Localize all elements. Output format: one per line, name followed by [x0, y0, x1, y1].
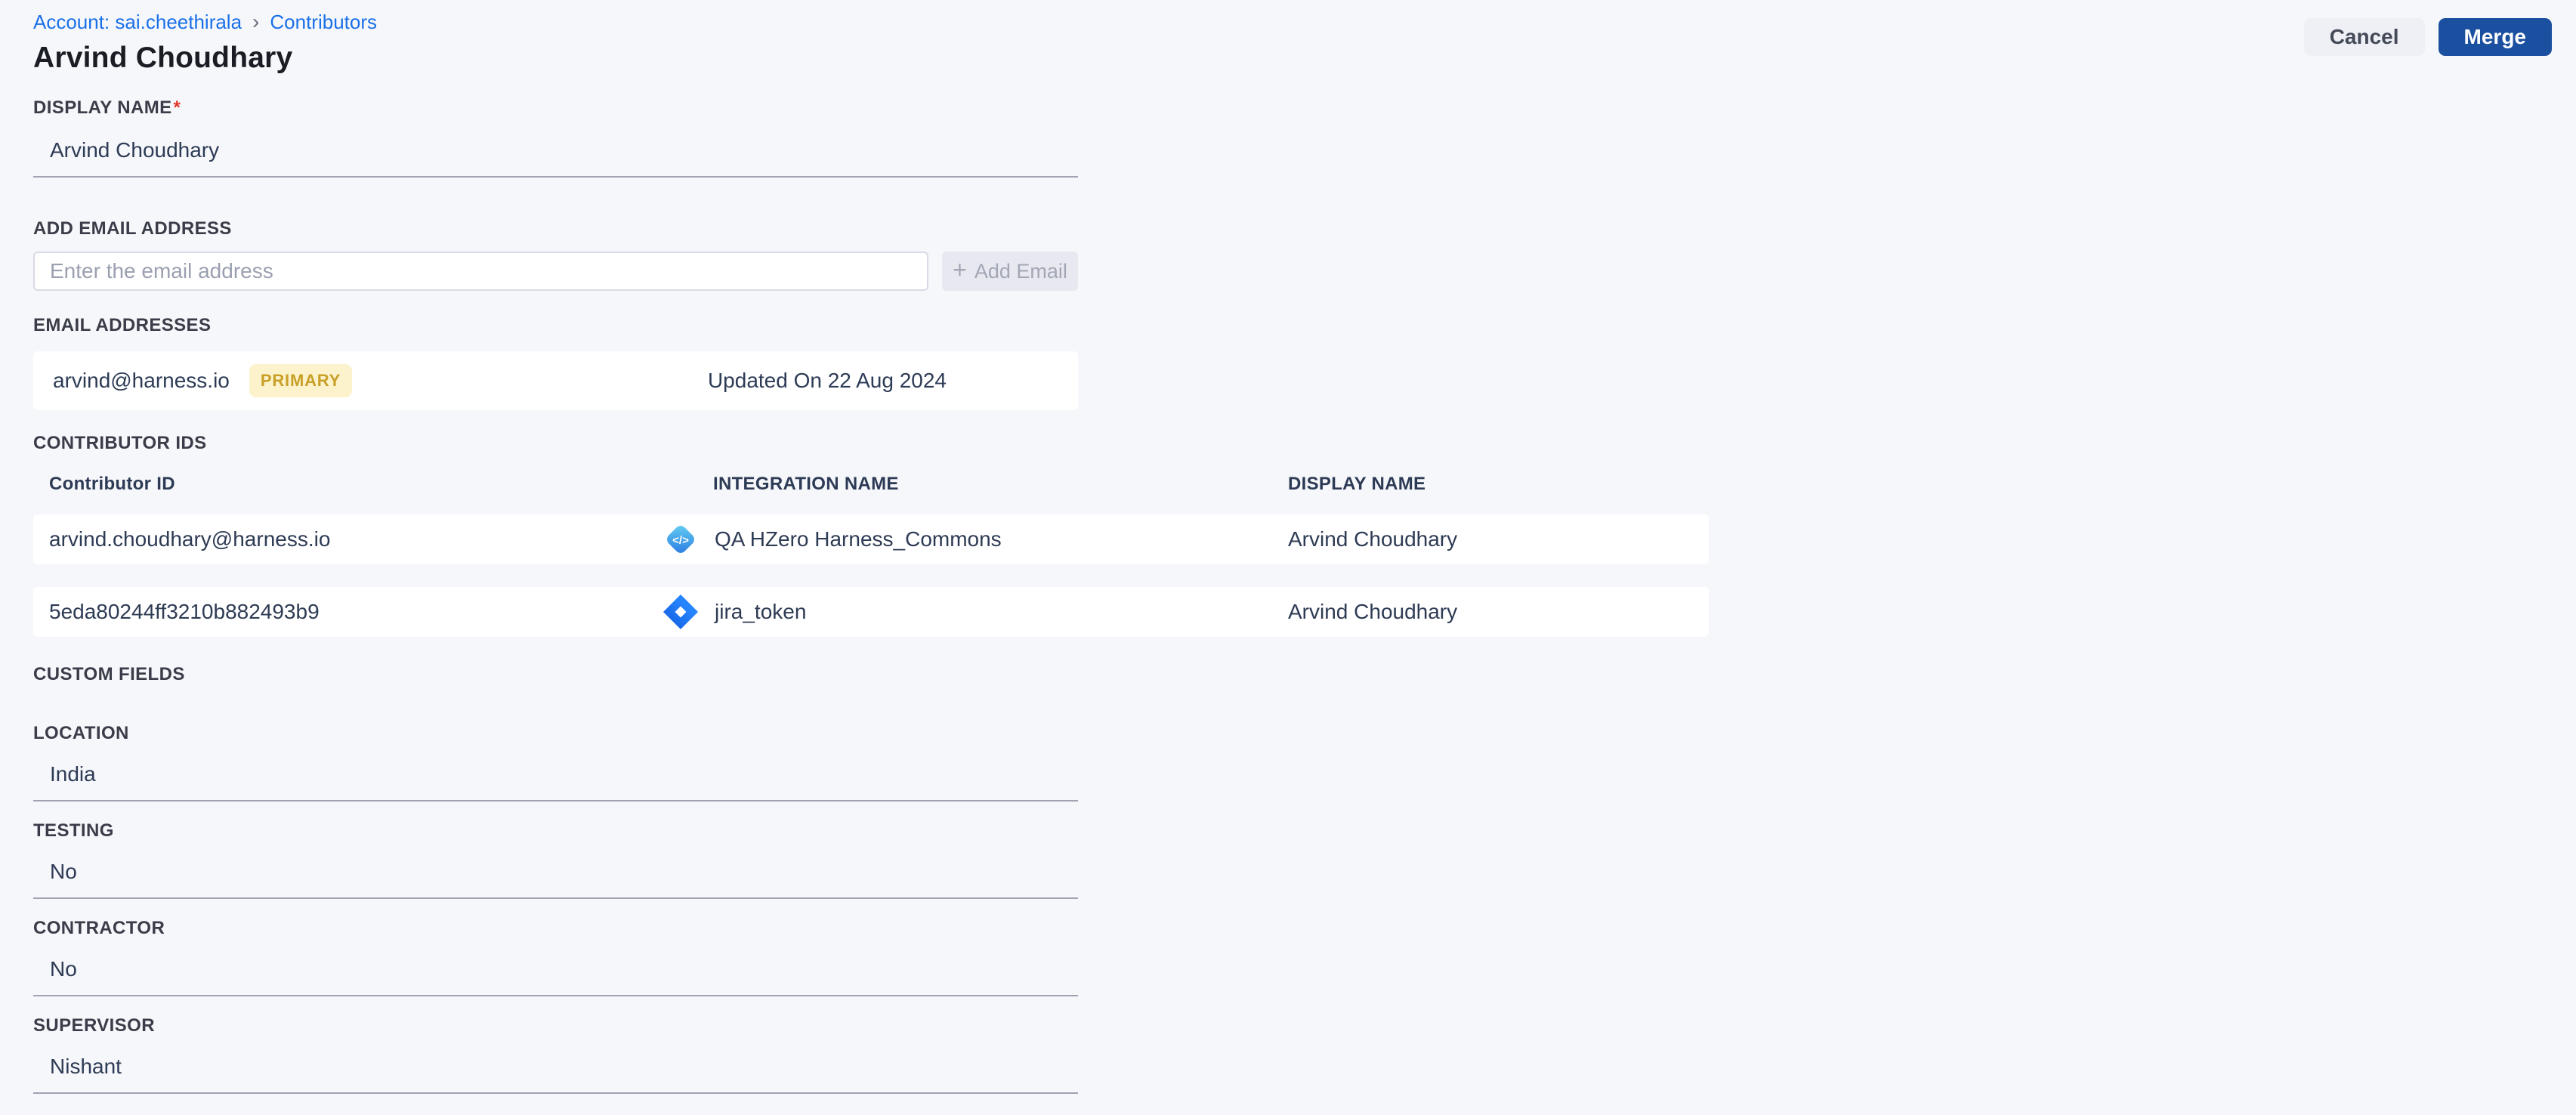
custom-field-contractor: CONTRACTOR: [33, 918, 1078, 996]
display-name-value: Arvind Choudhary: [1288, 527, 1458, 551]
header-actions: Cancel Merge: [2303, 18, 2552, 56]
table-header-row: Contributor ID INTEGRATION NAME DISPLAY …: [33, 474, 1709, 514]
integration-cell: </> QA HZero Harness_Commons: [661, 520, 1288, 559]
email-updated-date: Updated On 22 Aug 2024: [707, 369, 947, 392]
display-name-label-text: DISPLAY NAME: [33, 97, 172, 118]
display-name-value: Arvind Choudhary: [1288, 600, 1458, 623]
display-name-input[interactable]: [33, 131, 1078, 178]
cancel-button[interactable]: Cancel: [2303, 18, 2425, 56]
email-list-item: arvind@harness.io PRIMARY Updated On 22 …: [33, 351, 1078, 410]
custom-field-supervisor: SUPERVISOR: [33, 1015, 1078, 1094]
testing-input[interactable]: [33, 852, 1078, 899]
custom-field-testing: TESTING: [33, 820, 1078, 899]
contributor-id-value: 5eda80244ff3210b882493b9: [49, 600, 320, 623]
location-input[interactable]: [33, 755, 1078, 802]
contributor-detail-page: Account: sai.cheethirala › Contributors …: [0, 0, 2576, 1115]
add-email-section: ADD EMAIL ADDRESS + Add Email: [33, 218, 2576, 291]
content: DISPLAY NAME* ADD EMAIL ADDRESS + Add Em…: [0, 75, 2576, 1115]
contractor-label: CONTRACTOR: [33, 918, 165, 938]
custom-fields-label: CUSTOM FIELDS: [33, 664, 185, 684]
page-title: Arvind Choudhary: [33, 42, 293, 74]
required-asterisk: *: [173, 97, 181, 118]
integration-name-value: jira_token: [715, 600, 807, 623]
email-addresses-label: EMAIL ADDRESSES: [33, 315, 212, 335]
integration-name-value: QA HZero Harness_Commons: [715, 527, 1002, 551]
top-bar-left: Account: sai.cheethirala › Contributors …: [33, 11, 377, 75]
location-label: LOCATION: [33, 723, 129, 743]
contributor-id-value: arvind.choudhary@harness.io: [49, 527, 331, 551]
add-email-label: ADD EMAIL ADDRESS: [33, 218, 232, 239]
plus-icon: +: [953, 256, 967, 283]
add-email-button[interactable]: + Add Email: [942, 252, 1078, 291]
breadcrumb: Account: sai.cheethirala › Contributors: [33, 11, 377, 34]
display-name-label: DISPLAY NAME*: [33, 97, 1078, 119]
top-bar: Account: sai.cheethirala › Contributors …: [0, 0, 2576, 75]
svg-text:</>: </>: [672, 534, 689, 547]
supervisor-label: SUPERVISOR: [33, 1015, 155, 1036]
primary-badge: PRIMARY: [249, 364, 353, 397]
breadcrumb-contributors-link[interactable]: Contributors: [270, 11, 377, 34]
custom-field-location: LOCATION: [33, 723, 1078, 802]
add-email-row: + Add Email: [33, 252, 2576, 291]
contributor-ids-section: CONTRIBUTOR IDS Contributor ID INTEGRATI…: [33, 433, 2576, 637]
breadcrumb-account-link[interactable]: Account: sai.cheethirala: [33, 11, 242, 34]
display-name-field: DISPLAY NAME*: [33, 97, 1078, 178]
column-header-integration-name: INTEGRATION NAME: [713, 474, 899, 494]
contractor-input[interactable]: [33, 950, 1078, 996]
column-header-contributor-id: Contributor ID: [49, 474, 175, 494]
email-value: arvind@harness.io: [53, 369, 230, 392]
jira-icon: [661, 592, 700, 632]
contributor-ids-label: CONTRIBUTOR IDS: [33, 433, 207, 453]
supervisor-input[interactable]: [33, 1047, 1078, 1094]
table-row: arvind.choudhary@harness.io </> QA HZero…: [33, 514, 1709, 564]
breadcrumb-chevron-icon: ›: [252, 9, 260, 33]
integration-cell: jira_token: [661, 592, 1288, 632]
add-email-button-label: Add Email: [974, 259, 1067, 283]
column-header-display-name: DISPLAY NAME: [1288, 474, 1426, 494]
custom-fields-section: CUSTOM FIELDS LOCATION TESTING CONTRACTO…: [33, 664, 2576, 1115]
code-brackets-icon: </>: [661, 520, 700, 559]
email-addresses-section: EMAIL ADDRESSES arvind@harness.io PRIMAR…: [33, 315, 2576, 410]
table-row: 5eda80244ff3210b882493b9 jira_token Arvi…: [33, 587, 1709, 637]
add-email-input[interactable]: [33, 252, 928, 291]
contributor-ids-table: Contributor ID INTEGRATION NAME DISPLAY …: [33, 474, 1709, 637]
testing-label: TESTING: [33, 820, 114, 841]
merge-button[interactable]: Merge: [2438, 18, 2552, 56]
